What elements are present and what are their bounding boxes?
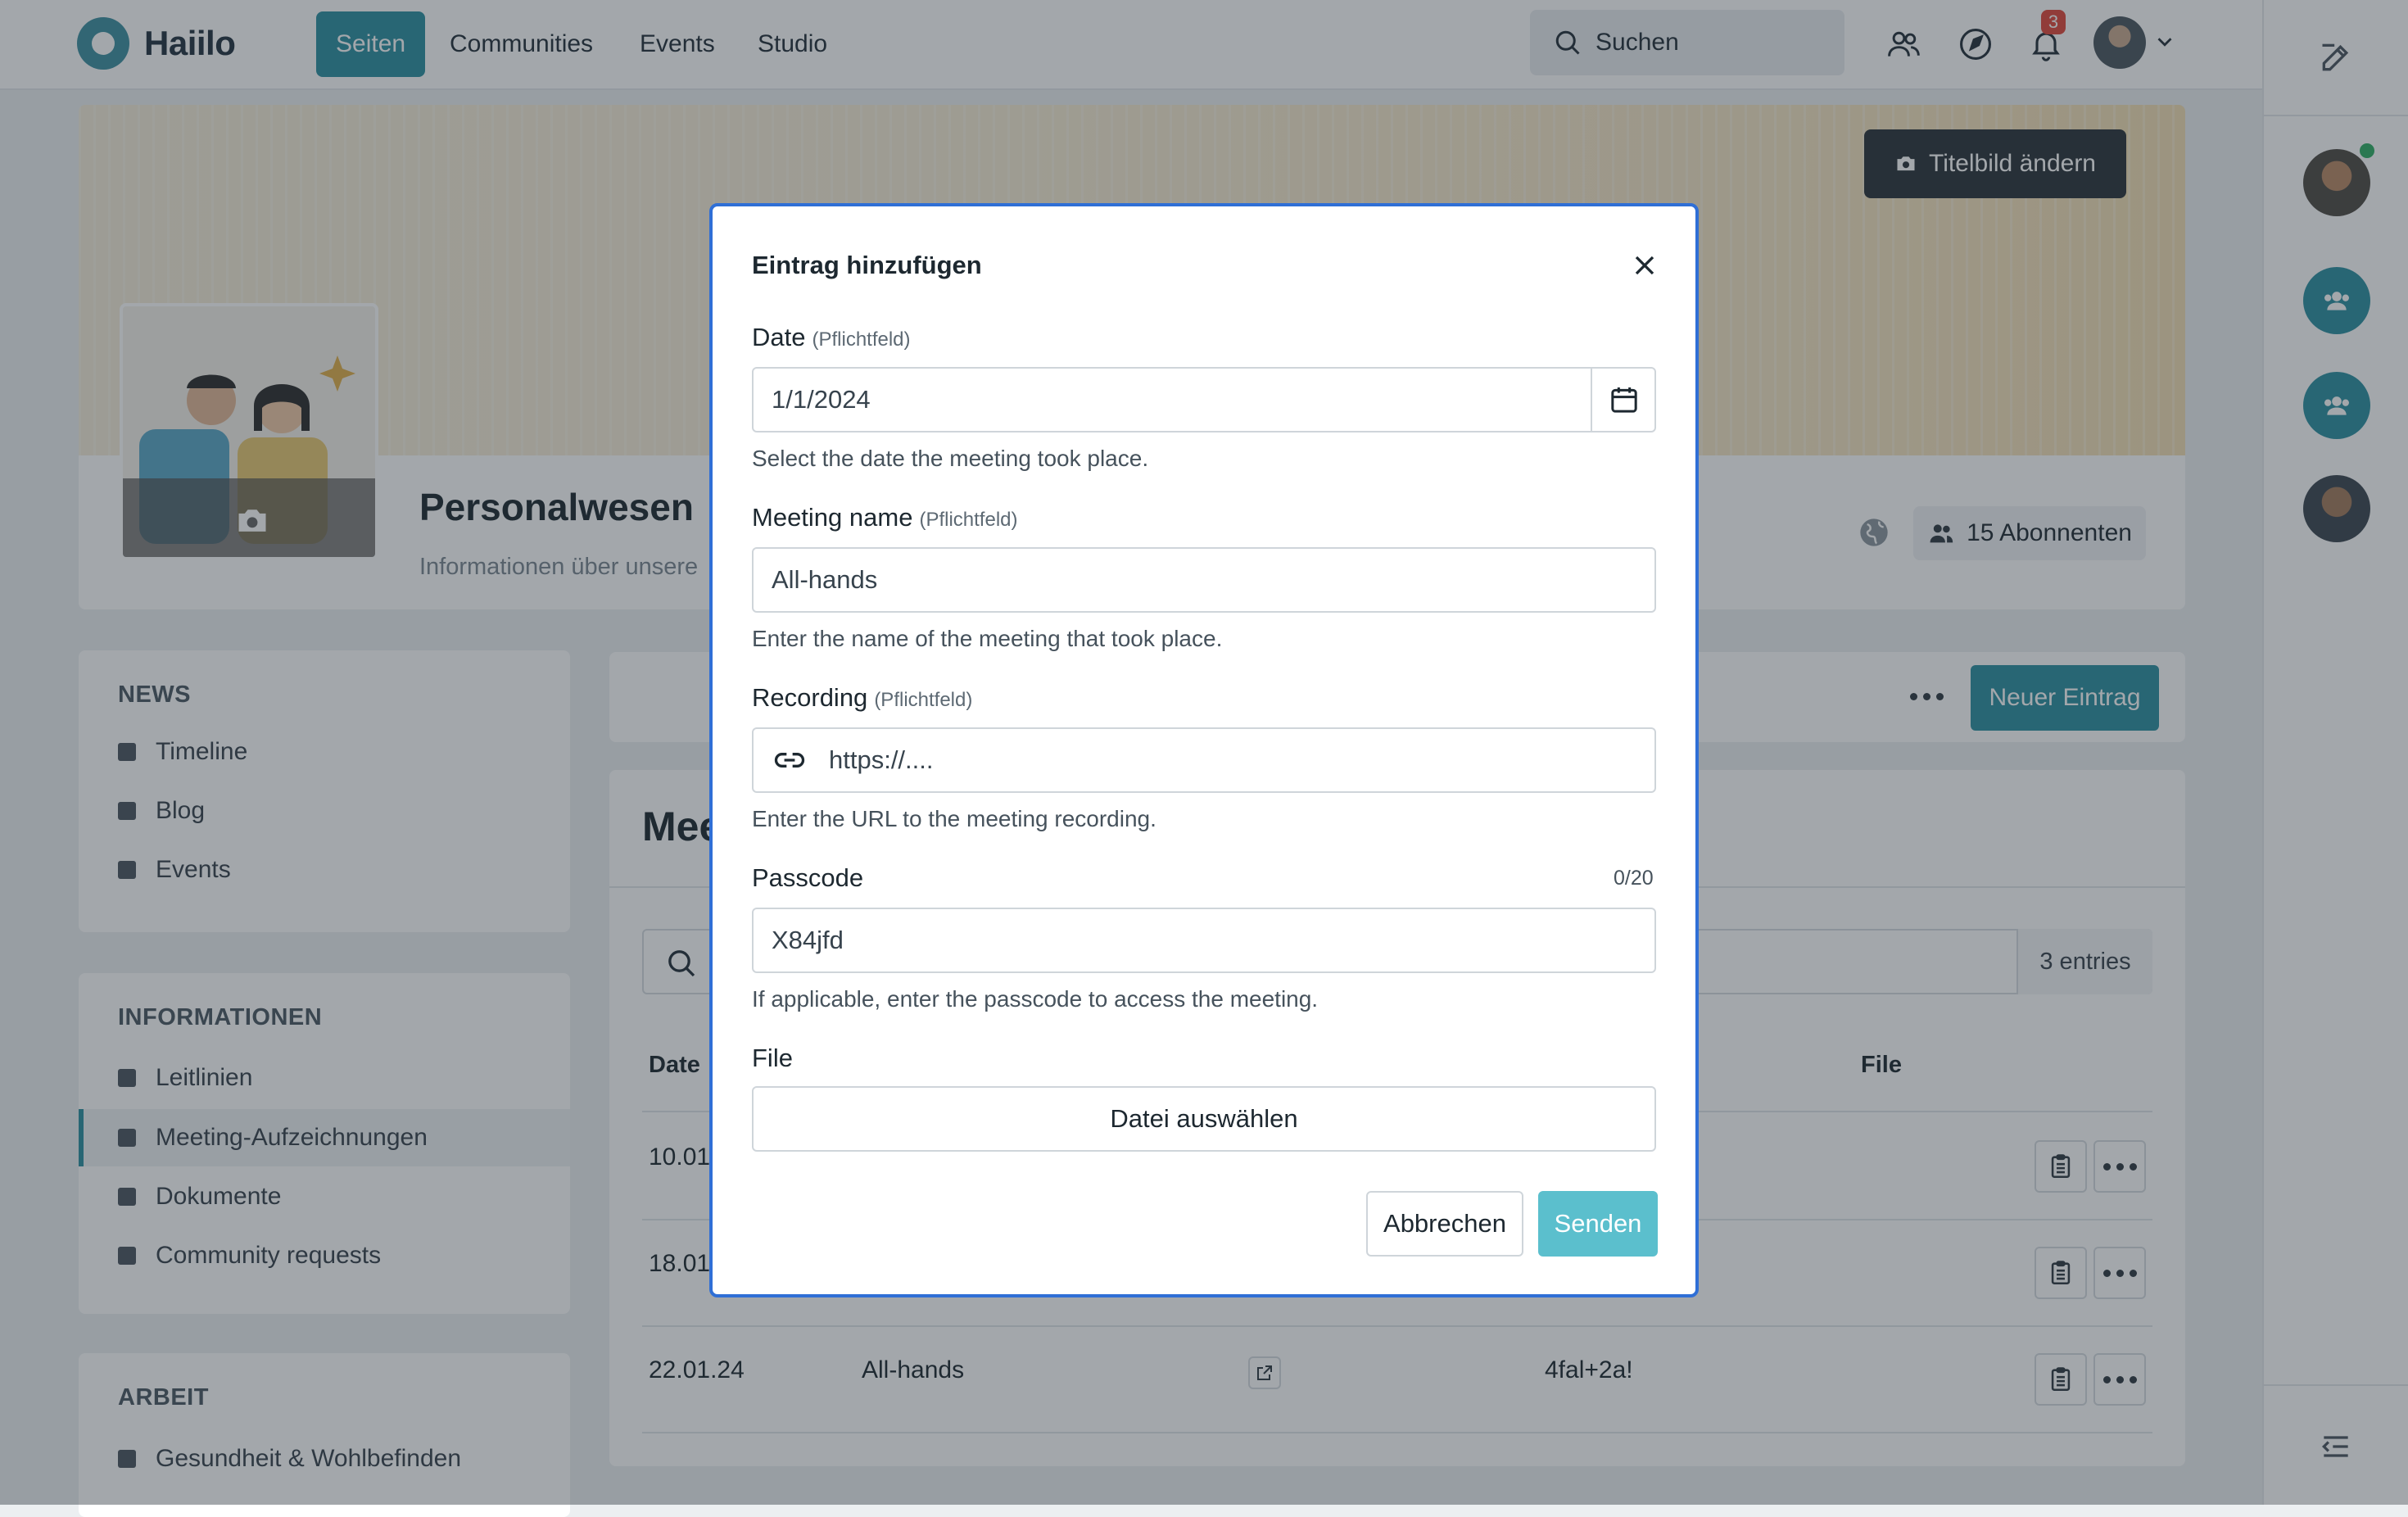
calendar-icon[interactable] [1591,369,1656,431]
choose-file-button[interactable]: Datei auswählen [752,1086,1656,1152]
cancel-button[interactable]: Abbrechen [1366,1191,1523,1257]
meeting-name-label: Meeting name (Pflichtfeld) [752,503,1018,532]
close-icon[interactable] [1628,249,1661,282]
file-label: File [752,1044,793,1072]
meeting-name-field[interactable]: All-hands [752,547,1656,613]
recording-help: Enter the URL to the meeting recording. [752,806,1156,831]
date-help: Select the date the meeting took place. [752,446,1149,471]
recording-url-field[interactable]: https://.... [752,727,1656,793]
meeting-name-help: Enter the name of the meeting that took … [752,626,1223,651]
passcode-field[interactable]: X84jfd [752,908,1656,973]
passcode-counter: 0/20 [1614,867,1654,890]
recording-placeholder: https://.... [829,745,934,774]
passcode-value: X84jfd [772,926,844,954]
date-field[interactable]: 1/1/2024 [752,367,1656,432]
add-entry-dialog: Eintrag hinzufügen Date (Pflichtfeld) 1/1… [709,203,1699,1297]
link-icon [774,753,805,768]
send-button[interactable]: Senden [1538,1191,1658,1257]
passcode-help: If applicable, enter the passcode to acc… [752,986,1319,1012]
dialog-title: Eintrag hinzufügen [752,251,982,279]
meeting-name-value: All-hands [772,565,878,594]
date-value: 1/1/2024 [772,385,871,414]
recording-label: Recording (Pflichtfeld) [752,683,973,712]
date-label: Date (Pflichtfeld) [752,323,911,351]
passcode-label: Passcode [752,863,864,892]
